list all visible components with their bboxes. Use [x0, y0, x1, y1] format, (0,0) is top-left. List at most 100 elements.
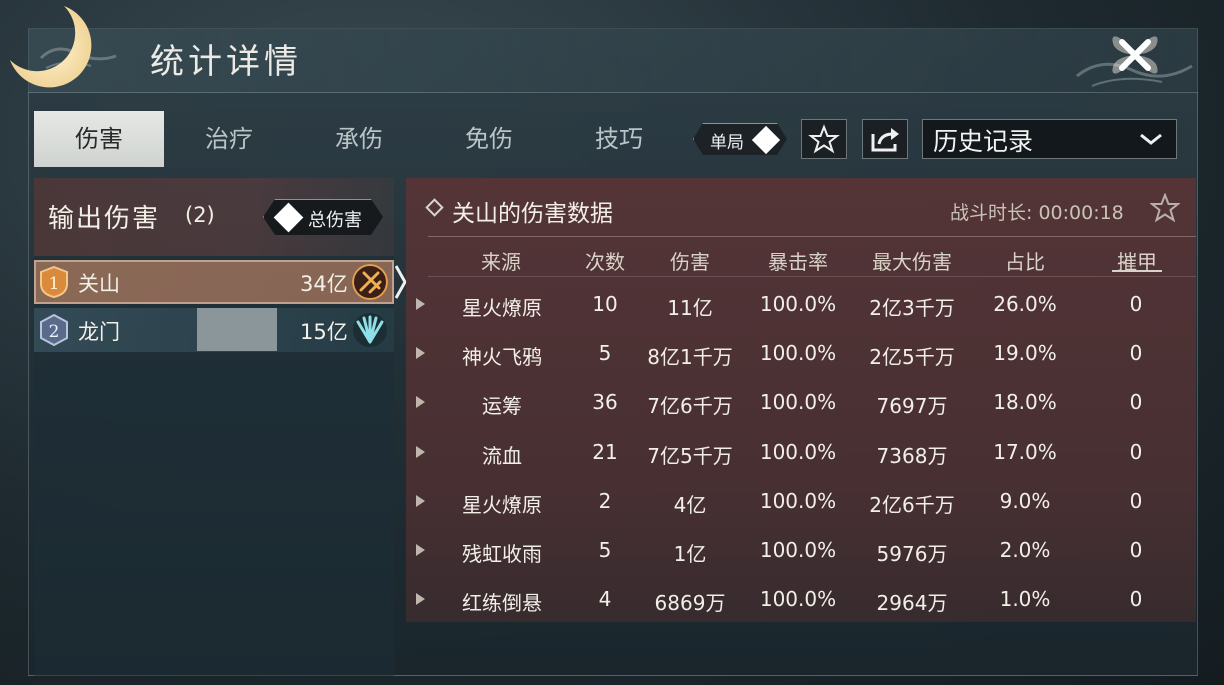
diamond-icon	[273, 202, 304, 233]
close-button[interactable]	[1100, 24, 1170, 86]
hits-cell: 2	[598, 488, 612, 513]
max-damage-cell: 2964万	[876, 591, 948, 616]
table-row[interactable]: 运筹 36 7亿6千万 100.0% 7697万 18.0% 0	[406, 378, 1196, 427]
source-cell: 红练倒悬	[462, 591, 542, 616]
share-cell: 9.0%	[999, 488, 1051, 513]
armor-break-cell: 0	[1129, 292, 1143, 316]
column-header-share[interactable]: 占比	[995, 246, 1055, 275]
class-emblem-icon	[353, 313, 387, 347]
damage-output-title: 输出伤害	[48, 204, 161, 234]
column-header-hits[interactable]: 次数	[575, 246, 635, 275]
expand-triangle-icon[interactable]	[416, 445, 425, 458]
hits-cell: 21	[592, 439, 618, 464]
max-damage-cell: 2亿6千万	[869, 492, 955, 517]
armor-break-cell: 0	[1129, 538, 1143, 562]
expand-triangle-icon[interactable]	[416, 494, 425, 507]
moon-icon	[10, 6, 92, 88]
crit-rate-cell: 100.0%	[759, 292, 837, 316]
player-row-guanshan[interactable]: 1 关山 34亿	[34, 260, 394, 304]
share-cell: 17.0%	[993, 439, 1057, 464]
source-cell: 残虹收雨	[462, 542, 542, 566]
expand-triangle-icon[interactable]	[416, 544, 425, 556]
favorite-button[interactable]	[801, 119, 847, 159]
expand-triangle-icon[interactable]	[416, 298, 425, 310]
table-row[interactable]: 流血 21 7亿5千万 100.0% 7368万 17.0% 0	[406, 428, 1196, 477]
damage-cell: 7亿5千万	[647, 443, 733, 468]
share-cell: 1.0%	[999, 587, 1051, 612]
chevron-down-icon	[1140, 133, 1162, 145]
source-cell: 运筹	[482, 394, 522, 419]
player-count: (2)	[185, 203, 215, 227]
header-divider	[428, 276, 1196, 277]
damage-detail-title: 关山的伤害数据	[452, 201, 613, 227]
armor-break-cell: 0	[1129, 341, 1143, 366]
tab-damage-taken[interactable]: 承伤	[294, 111, 424, 167]
crit-rate-cell: 100.0%	[759, 341, 837, 366]
single-match-toggle[interactable]: 单局	[693, 123, 787, 155]
expand-triangle-icon[interactable]	[416, 396, 425, 409]
battle-duration: 战斗时长: 00:00:18	[950, 202, 1124, 224]
damage-cell: 11亿	[667, 296, 713, 320]
source-cell: 流血	[482, 443, 522, 468]
crit-rate-cell: 100.0%	[759, 538, 837, 562]
share-button[interactable]	[862, 119, 908, 159]
single-match-label: 单局	[710, 133, 744, 153]
close-icon	[1112, 36, 1158, 74]
max-damage-cell: 7368万	[876, 443, 948, 468]
rank-badge-silver-icon: 2	[40, 314, 68, 346]
armor-break-cell: 0	[1129, 439, 1143, 464]
column-header-source[interactable]: 来源	[460, 246, 542, 275]
damage-cell: 1亿	[673, 542, 707, 566]
table-row[interactable]: 星火燎原 10 11亿 100.0% 2亿3千万 26.0% 0	[406, 280, 1196, 329]
table-row[interactable]: 神火飞鸦 5 8亿1千万 100.0% 2亿5千万 19.0% 0	[406, 329, 1196, 378]
share-cell: 19.0%	[993, 341, 1057, 366]
divider	[428, 236, 1196, 237]
crit-rate-cell: 100.0%	[759, 390, 837, 415]
player-name: 关山	[78, 272, 120, 296]
armor-break-cell: 0	[1129, 488, 1143, 513]
hits-cell: 4	[598, 587, 612, 612]
column-header-crit-rate[interactable]: 暴击率	[753, 246, 843, 275]
source-cell: 神火飞鸦	[462, 345, 542, 370]
tab-bar: 伤害 治疗 承伤 免伤 技巧	[34, 111, 684, 167]
history-select[interactable]: 历史记录	[922, 119, 1177, 159]
rank-badge-gold-icon: 1	[40, 266, 68, 298]
tab-damage-mitigated[interactable]: 免伤	[424, 111, 554, 167]
window-title: 统计详情	[150, 42, 302, 82]
rank-number: 2	[49, 322, 60, 342]
share-icon	[871, 128, 899, 152]
damage-bar	[197, 308, 277, 351]
crit-rate-cell: 100.0%	[759, 488, 837, 513]
player-name: 龙门	[78, 320, 120, 344]
max-damage-cell: 7697万	[876, 394, 948, 419]
hits-cell: 5	[598, 538, 612, 562]
table-row[interactable]: 红练倒悬 4 6869万 100.0% 2964万 1.0% 0	[406, 575, 1196, 624]
rank-number: 1	[49, 274, 60, 294]
table-row[interactable]: 残虹收雨 5 1亿 100.0% 5976万 2.0% 0	[406, 526, 1196, 575]
table-row[interactable]: 星火燎原 2 4亿 100.0% 2亿6千万 9.0% 0	[406, 477, 1196, 526]
damage-cell: 6869万	[654, 591, 726, 616]
star-icon[interactable]	[1150, 193, 1180, 223]
damage-cell: 7亿6千万	[647, 394, 733, 419]
source-cell: 星火燎原	[462, 492, 542, 517]
star-icon	[808, 124, 840, 154]
expand-triangle-icon[interactable]	[416, 347, 425, 360]
player-damage: 34亿	[300, 272, 348, 296]
damage-cell: 4亿	[673, 492, 707, 517]
tab-healing[interactable]: 治疗	[164, 111, 294, 167]
column-underline	[1112, 270, 1162, 272]
max-damage-cell: 2亿5千万	[869, 345, 955, 370]
share-cell: 2.0%	[999, 538, 1051, 562]
total-damage-button[interactable]: 总伤害	[263, 199, 383, 235]
column-header-max-damage[interactable]: 最大伤害	[862, 246, 962, 275]
tab-skill[interactable]: 技巧	[554, 111, 684, 167]
expand-triangle-icon[interactable]	[416, 593, 425, 606]
tab-damage[interactable]: 伤害	[34, 111, 164, 167]
max-damage-cell: 2亿3千万	[869, 296, 955, 320]
class-emblem-icon	[352, 264, 388, 300]
hits-cell: 10	[592, 292, 618, 316]
armor-break-cell: 0	[1129, 587, 1143, 612]
armor-break-cell: 0	[1129, 390, 1143, 415]
hits-cell: 5	[598, 341, 612, 366]
column-header-damage[interactable]: 伤害	[655, 246, 725, 275]
